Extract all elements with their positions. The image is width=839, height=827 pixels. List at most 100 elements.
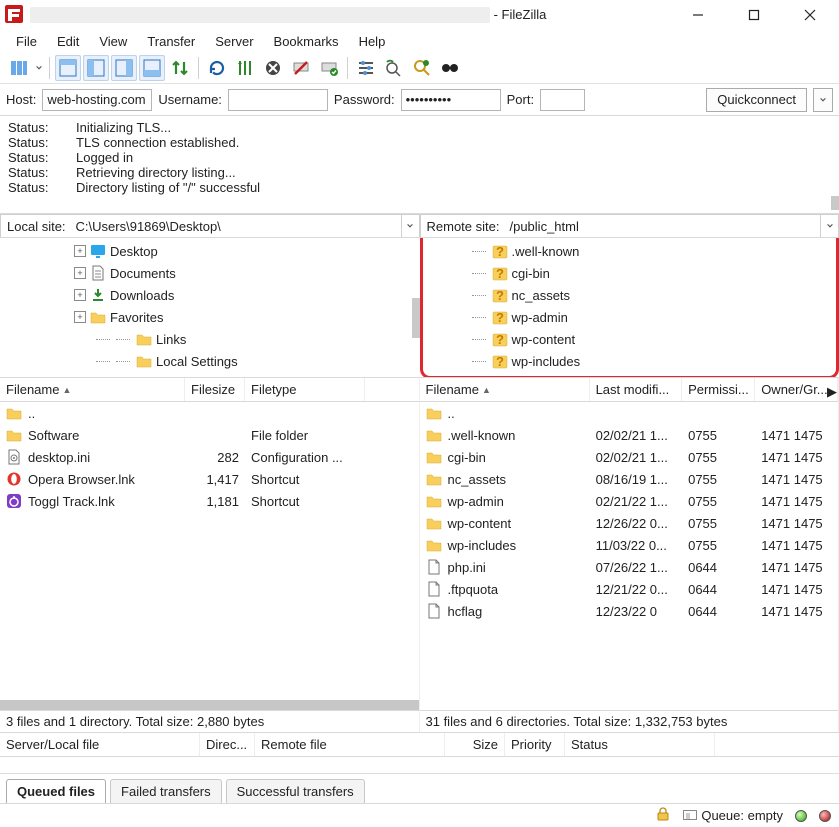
list-item[interactable]: desktop.ini282Configuration ... [0, 446, 419, 468]
local-site-input[interactable] [72, 215, 401, 237]
site-manager-dropdown[interactable] [34, 64, 44, 72]
maximize-button[interactable] [731, 3, 777, 27]
menu-help[interactable]: Help [351, 32, 394, 51]
tab-queued-files[interactable]: Queued files [6, 779, 106, 803]
tree-item[interactable]: nc_assets [428, 284, 836, 306]
port-input[interactable] [540, 89, 585, 111]
password-input[interactable] [401, 89, 501, 111]
col-header[interactable]: Remote file [255, 733, 445, 756]
log-message: Retrieving directory listing... [76, 165, 236, 180]
list-item[interactable]: cgi-bin02/02/21 1...07551471 1475 [420, 446, 839, 468]
remote-header-scroll-right[interactable]: ▶ [826, 382, 838, 402]
col-header[interactable]: Last modifi... [590, 378, 683, 401]
list-item[interactable]: .well-known02/02/21 1...07551471 1475 [420, 424, 839, 446]
expander-icon[interactable]: + [74, 289, 86, 301]
local-status: 3 files and 1 directory. Total size: 2,8… [0, 710, 419, 732]
sync-browsing-button[interactable] [167, 55, 193, 81]
close-button[interactable] [787, 3, 833, 27]
tab-failed-transfers[interactable]: Failed transfers [110, 779, 222, 803]
remote-site-input[interactable] [505, 215, 820, 237]
cancel-button[interactable] [260, 55, 286, 81]
list-item[interactable]: wp-admin02/21/22 1...07551471 1475 [420, 490, 839, 512]
tree-item[interactable]: Local Settings [8, 350, 416, 372]
local-file-list[interactable]: Filename▲FilesizeFiletype ..SoftwareFile… [0, 378, 420, 732]
col-header[interactable]: Priority [505, 733, 565, 756]
menu-file[interactable]: File [8, 32, 45, 51]
toggle-remote-tree-button[interactable] [111, 55, 137, 81]
file-icon [426, 559, 442, 575]
tree-item[interactable]: Links [8, 328, 416, 350]
site-manager-button[interactable] [6, 55, 32, 81]
folder-icon [90, 309, 106, 325]
col-header[interactable]: Direc... [200, 733, 255, 756]
list-item[interactable]: .ftpquota12/21/22 0...06441471 1475 [420, 578, 839, 600]
local-site-dropdown[interactable] [401, 215, 419, 237]
remote-tree[interactable]: .well-known cgi-binnc_assetswp-adminwp-co… [420, 238, 839, 377]
menu-edit[interactable]: Edit [49, 32, 87, 51]
refresh-button[interactable] [204, 55, 230, 81]
tree-item[interactable]: +Desktop [8, 240, 416, 262]
menu-view[interactable]: View [91, 32, 135, 51]
opera-icon [6, 471, 22, 487]
process-queue-button[interactable] [232, 55, 258, 81]
menu-transfer[interactable]: Transfer [139, 32, 203, 51]
expander-icon[interactable]: + [74, 311, 86, 323]
local-site-label: Local site: [1, 219, 72, 234]
tree-item-label: .well-known [512, 244, 580, 259]
col-header[interactable]: Server/Local file [0, 733, 200, 756]
compare-button[interactable] [381, 55, 407, 81]
col-header[interactable]: Filetype [245, 378, 365, 401]
col-header[interactable]: Filename▲ [0, 378, 185, 401]
remote-file-list[interactable]: Filename▲Last modifi...Permissi...Owner/… [420, 378, 839, 732]
list-item[interactable]: Opera Browser.lnk1,417Shortcut [0, 468, 419, 490]
list-item[interactable]: SoftwareFile folder [0, 424, 419, 446]
col-header[interactable]: Filesize [185, 378, 245, 401]
search-button[interactable] [409, 55, 435, 81]
tree-item[interactable]: +Downloads [8, 284, 416, 306]
toggle-log-button[interactable] [55, 55, 81, 81]
list-item[interactable]: hcflag12/23/22 006441471 1475 [420, 600, 839, 622]
disconnect-button[interactable] [288, 55, 314, 81]
toggle-local-tree-button[interactable] [83, 55, 109, 81]
quickconnect-dropdown[interactable] [813, 88, 833, 112]
username-input[interactable] [228, 89, 328, 111]
tree-item[interactable]: +Documents [8, 262, 416, 284]
tree-item[interactable]: wp-admin [428, 306, 836, 328]
list-item[interactable]: .. [420, 402, 839, 424]
local-tree[interactable]: +Desktop+Documents+Downloads+FavoritesLi… [0, 238, 420, 377]
tree-item[interactable]: wp-includes [428, 350, 836, 372]
message-log[interactable]: Status:Initializing TLS...Status:TLS con… [0, 116, 839, 214]
quickconnect-button[interactable]: Quickconnect [706, 88, 807, 112]
list-item[interactable]: wp-content12/26/22 0...07551471 1475 [420, 512, 839, 534]
expander-icon[interactable]: + [74, 267, 86, 279]
toggle-queue-button[interactable] [139, 55, 165, 81]
window-title: - FileZilla [30, 7, 546, 24]
filter-button[interactable] [353, 55, 379, 81]
log-message: Initializing TLS... [76, 120, 171, 135]
col-header[interactable]: Permissi... [682, 378, 755, 401]
tree-item[interactable]: wp-content [428, 328, 836, 350]
list-item[interactable]: wp-includes11/03/22 0...07551471 1475 [420, 534, 839, 556]
col-header[interactable]: Size [445, 733, 505, 756]
col-header[interactable]: Status [565, 733, 715, 756]
menu-bookmarks[interactable]: Bookmarks [266, 32, 347, 51]
list-item[interactable]: nc_assets08/16/19 1...07551471 1475 [420, 468, 839, 490]
expander-icon[interactable]: + [74, 245, 86, 257]
host-input[interactable] [42, 89, 152, 111]
list-item[interactable]: .. [0, 402, 419, 424]
menu-server[interactable]: Server [207, 32, 261, 51]
find-button[interactable] [437, 55, 463, 81]
tab-successful-transfers[interactable]: Successful transfers [226, 779, 365, 803]
remote-site-dropdown[interactable] [820, 215, 838, 237]
log-message: Logged in [76, 150, 133, 165]
minimize-button[interactable] [675, 3, 721, 27]
col-header[interactable]: Filename▲ [420, 378, 590, 401]
reconnect-button[interactable] [316, 55, 342, 81]
tree-item[interactable]: .well-known [428, 240, 836, 262]
list-item[interactable]: Toggl Track.lnk1,181Shortcut [0, 490, 419, 512]
folder-icon [426, 427, 442, 443]
tree-item[interactable]: +Favorites [8, 306, 416, 328]
tree-item[interactable]: cgi-bin [428, 262, 836, 284]
list-item[interactable]: php.ini07/26/22 1...06441471 1475 [420, 556, 839, 578]
toggl-icon [6, 493, 22, 509]
